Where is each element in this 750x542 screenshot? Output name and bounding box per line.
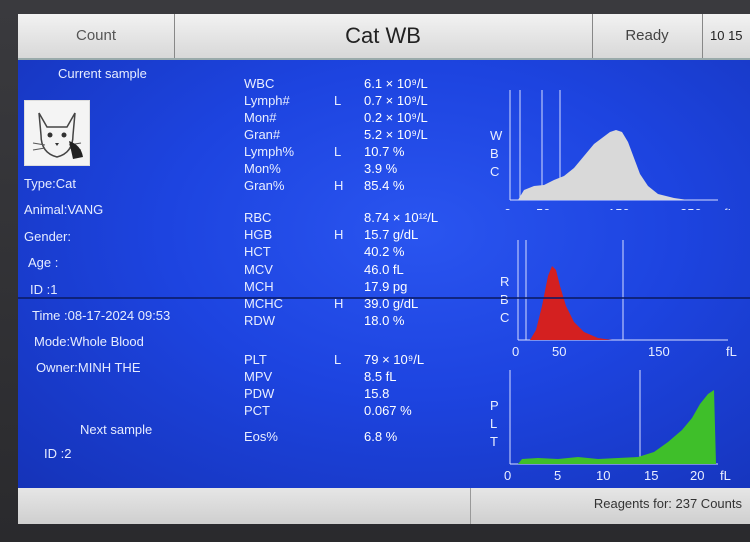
rbc-tick-150: 150 — [648, 344, 670, 359]
age-label: Age : — [28, 255, 59, 270]
param-value-mch: 17.9 pg — [364, 279, 408, 294]
plt-unit: fL — [720, 468, 731, 483]
param-name-gran-: Gran% — [244, 178, 285, 193]
screen-scan-line — [18, 297, 750, 299]
param-name-eos-: Eos% — [244, 429, 278, 444]
wbc-axis-label-c: C — [490, 164, 499, 179]
param-name-pdw: PDW — [244, 386, 275, 401]
gender-label: Gender: — [24, 229, 71, 244]
param-name-mch: MCH — [244, 279, 274, 294]
param-value-gran-: 5.2 × 10⁹/L — [364, 127, 428, 142]
clock: 10 15 — [710, 28, 743, 43]
param-name-pct: PCT — [244, 403, 270, 418]
rbc-histogram: R B C 0 50 150 fL — [500, 240, 737, 359]
param-value-mon-: 0.2 × 10⁹/L — [364, 110, 428, 125]
wbc-axis-label-b: B — [490, 146, 499, 161]
param-flag: L — [334, 352, 342, 367]
param-value-mpv: 8.5 fL — [364, 369, 397, 384]
plt-axis-label-p: P — [490, 398, 499, 413]
plt-histogram: P L T 0 5 10 15 20 fL — [490, 370, 731, 483]
count-button[interactable]: Count — [18, 14, 175, 58]
plt-tick-15: 15 — [644, 468, 658, 483]
param-name-lymph-: Lymph# — [244, 93, 290, 108]
param-value-pct: 0.067 % — [364, 403, 412, 418]
param-name-mon-: Mon% — [244, 161, 281, 176]
param-name-rbc: RBC — [244, 210, 272, 225]
param-name-mpv: MPV — [244, 369, 273, 384]
param-value-mon-: 3.9 % — [364, 161, 398, 176]
param-name-lymph-: Lymph% — [244, 144, 295, 159]
next-id-label: ID :2 — [44, 446, 72, 461]
param-name-hgb: HGB — [244, 227, 273, 242]
param-value-eos-: 6.8 % — [364, 429, 398, 444]
plt-tick-0: 0 — [504, 468, 511, 483]
plt-tick-10: 10 — [596, 468, 610, 483]
param-value-hct: 40.2 % — [364, 244, 405, 259]
wbc-tick-50: 50 — [536, 206, 550, 210]
top-bar: Count Cat WB Ready 10 15 — [18, 14, 750, 60]
rbc-tick-0: 0 — [512, 344, 519, 359]
plt-axis-label-l: L — [490, 416, 497, 431]
rbc-tick-50: 50 — [552, 344, 566, 359]
param-value-pdw: 15.8 — [364, 386, 390, 401]
param-flag: L — [334, 144, 342, 159]
plt-axis-label-t: T — [490, 434, 498, 449]
param-value-wbc: 6.1 × 10⁹/L — [364, 76, 428, 91]
wbc-unit: fL — [724, 206, 735, 210]
current-sample-label: Current sample — [58, 66, 147, 81]
param-name-plt: PLT — [244, 352, 267, 367]
param-name-gran-: Gran# — [244, 127, 281, 142]
wbc-tick-150: 150 — [608, 206, 630, 210]
cat-avatar-icon — [24, 100, 90, 166]
wbc-axis-label-w: W — [490, 128, 503, 143]
next-sample-label: Next sample — [80, 422, 153, 437]
rbc-unit: fL — [726, 344, 737, 359]
screen-title: Cat WB — [174, 14, 593, 58]
param-name-mon-: Mon# — [244, 110, 277, 125]
param-name-rdw: RDW — [244, 313, 276, 328]
owner-label: Owner:MINH THE — [36, 360, 141, 375]
results-panel: Current sample Type:Cat Animal:VANG Gend… — [18, 60, 750, 488]
param-name-hct: HCT — [244, 244, 271, 259]
param-value-rdw: 18.0 % — [364, 313, 405, 328]
param-value-gran-: 85.4 % — [364, 178, 405, 193]
plt-tick-20: 20 — [690, 468, 704, 483]
animal-label: Animal:VANG — [24, 202, 104, 217]
bottom-bar: Reagents for: 237 Counts — [18, 488, 750, 524]
param-value-rbc: 8.74 × 10¹²/L — [364, 210, 439, 225]
rbc-axis-label-b: B — [500, 292, 509, 307]
param-value-plt: 79 × 10⁹/L — [364, 352, 425, 367]
mode-label: Mode:Whole Blood — [34, 334, 144, 349]
param-value-lymph-: 0.7 × 10⁹/L — [364, 93, 428, 108]
param-flag: H — [334, 227, 344, 242]
wbc-tick-0: 0 — [504, 206, 511, 210]
param-flag: L — [334, 93, 342, 108]
type-label: Type:Cat — [24, 176, 77, 191]
param-value-hgb: 15.7 g/dL — [364, 227, 419, 242]
param-value-mcv: 46.0 fL — [364, 262, 404, 277]
reagents-counter: Reagents for: 237 Counts — [593, 496, 742, 511]
id-label: ID :1 — [30, 282, 58, 297]
plt-tick-5: 5 — [554, 468, 561, 483]
param-name-mcv: MCV — [244, 262, 273, 277]
param-flag: H — [334, 178, 344, 193]
bottom-divider — [470, 488, 471, 524]
analyzer-screen: Count Cat WB Ready 10 15 Current sample … — [18, 14, 750, 524]
wbc-histogram: W B C 0 50 150 250 fL — [490, 90, 735, 210]
param-value-lymph-: 10.7 % — [364, 144, 405, 159]
status-indicator: Ready — [592, 14, 703, 58]
rbc-axis-label-r: R — [500, 274, 509, 289]
time-label: Time :08-17-2024 09:53 — [32, 308, 171, 323]
rbc-axis-label-c: C — [500, 310, 509, 325]
wbc-tick-250: 250 — [680, 206, 702, 210]
param-name-wbc: WBC — [244, 76, 275, 91]
